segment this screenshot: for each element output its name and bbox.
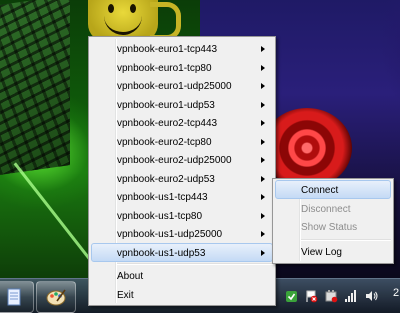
menu-item-server[interactable]: vpnbook-us1-tcp80 bbox=[91, 206, 273, 225]
submenu-arrow-icon bbox=[261, 194, 265, 200]
submenu-arrow-icon bbox=[261, 46, 265, 52]
submenu-arrow-icon bbox=[261, 249, 265, 256]
menu-item-server[interactable]: vpnbook-euro1-tcp443 bbox=[91, 39, 273, 58]
menu-item-label: vpnbook-euro1-udp25000 bbox=[117, 81, 232, 92]
menu-item-server[interactable]: vpnbook-euro1-tcp80 bbox=[91, 58, 273, 77]
submenu-item-disconnect[interactable]: Disconnect bbox=[275, 199, 391, 218]
submenu-item-label: Disconnect bbox=[301, 204, 351, 215]
menu-item-server[interactable]: vpnbook-euro2-udp53 bbox=[91, 169, 273, 188]
submenu-arrow-icon bbox=[261, 157, 265, 163]
system-tray bbox=[284, 285, 378, 307]
submenu-item-view-log[interactable]: View Log bbox=[275, 242, 391, 261]
menu-item-label: vpnbook-us1-tcp443 bbox=[117, 192, 208, 203]
menu-item-server[interactable]: vpnbook-euro2-tcp80 bbox=[91, 132, 273, 151]
menu-item-label: vpnbook-euro2-udp53 bbox=[117, 173, 215, 185]
submenu-item-connect[interactable]: Connect bbox=[275, 180, 391, 199]
menu-item-label: About bbox=[117, 271, 144, 282]
smiley-eye-left bbox=[108, 4, 114, 13]
taskbar-app-button-1[interactable] bbox=[0, 281, 34, 313]
submenu-arrow-icon bbox=[261, 101, 265, 108]
menu-item-server[interactable]: vpnbook-us1-udp25000 bbox=[91, 224, 273, 243]
menu-item-label: vpnbook-us1-udp53 bbox=[117, 247, 206, 259]
submenu-arrow-icon bbox=[261, 231, 265, 237]
submenu-arrow-icon bbox=[261, 138, 265, 145]
taskbar-paint-button[interactable] bbox=[36, 281, 76, 313]
submenu-item-label: View Log bbox=[301, 247, 342, 258]
menu-item-label: Exit bbox=[117, 290, 134, 301]
menu-item-about[interactable]: About bbox=[91, 266, 273, 285]
network-icon[interactable] bbox=[344, 289, 358, 303]
tray-hardware-icon[interactable] bbox=[324, 289, 338, 303]
submenu-item-show-status[interactable]: Show Status bbox=[275, 217, 391, 236]
wallpaper-mug-handle bbox=[150, 2, 181, 40]
menu-item-label: vpnbook-euro1-tcp443 bbox=[117, 44, 218, 55]
menu-item-server[interactable]: vpnbook-euro2-tcp443 bbox=[91, 113, 273, 132]
menu-item-label: vpnbook-euro1-udp53 bbox=[117, 99, 215, 111]
menu-item-server[interactable]: vpnbook-euro2-udp25000 bbox=[91, 150, 273, 169]
menu-item-label: vpnbook-euro2-tcp443 bbox=[117, 118, 218, 129]
volume-icon[interactable] bbox=[364, 289, 378, 303]
menu-item-label: vpnbook-euro1-tcp80 bbox=[117, 62, 212, 74]
menu-item-label: vpnbook-euro2-tcp80 bbox=[117, 136, 212, 148]
tray-openvpn-icon[interactable] bbox=[284, 289, 298, 303]
menu-item-server-highlighted[interactable]: vpnbook-us1-udp53 bbox=[91, 242, 273, 262]
submenu-item-label: Connect bbox=[301, 185, 339, 196]
submenu-arrow-icon bbox=[261, 64, 265, 71]
notepad-icon bbox=[7, 288, 21, 306]
menu-item-exit[interactable]: Exit bbox=[91, 285, 273, 304]
menu-item-label: vpnbook-us1-udp25000 bbox=[117, 229, 223, 240]
menu-item-server[interactable]: vpnbook-euro1-udp25000 bbox=[91, 76, 273, 95]
submenu-item-label: Show Status bbox=[301, 222, 358, 233]
submenu-arrow-icon bbox=[261, 175, 265, 182]
submenu-arrow-icon bbox=[261, 83, 265, 89]
menu-item-label: vpnbook-euro2-udp25000 bbox=[117, 155, 232, 166]
menu-item-label: vpnbook-us1-tcp80 bbox=[117, 210, 203, 222]
paint-palette-icon bbox=[46, 289, 66, 306]
menu-item-server[interactable]: vpnbook-euro1-udp53 bbox=[91, 95, 273, 114]
tray-flag-error-icon[interactable] bbox=[304, 289, 318, 303]
submenu-arrow-icon bbox=[261, 120, 265, 126]
menu-separator bbox=[117, 263, 273, 265]
menu-item-server[interactable]: vpnbook-us1-tcp443 bbox=[91, 187, 273, 206]
submenu-arrow-icon bbox=[261, 212, 265, 219]
smiley-eye-right bbox=[130, 4, 136, 13]
submenu-separator bbox=[301, 239, 391, 241]
vpn-server-context-menu: vpnbook-euro1-tcp443 vpnbook-euro1-tcp80… bbox=[88, 36, 276, 306]
connection-submenu: Connect Disconnect Show Status View Log bbox=[272, 178, 394, 264]
taskbar-clock[interactable]: 2 bbox=[393, 287, 399, 299]
